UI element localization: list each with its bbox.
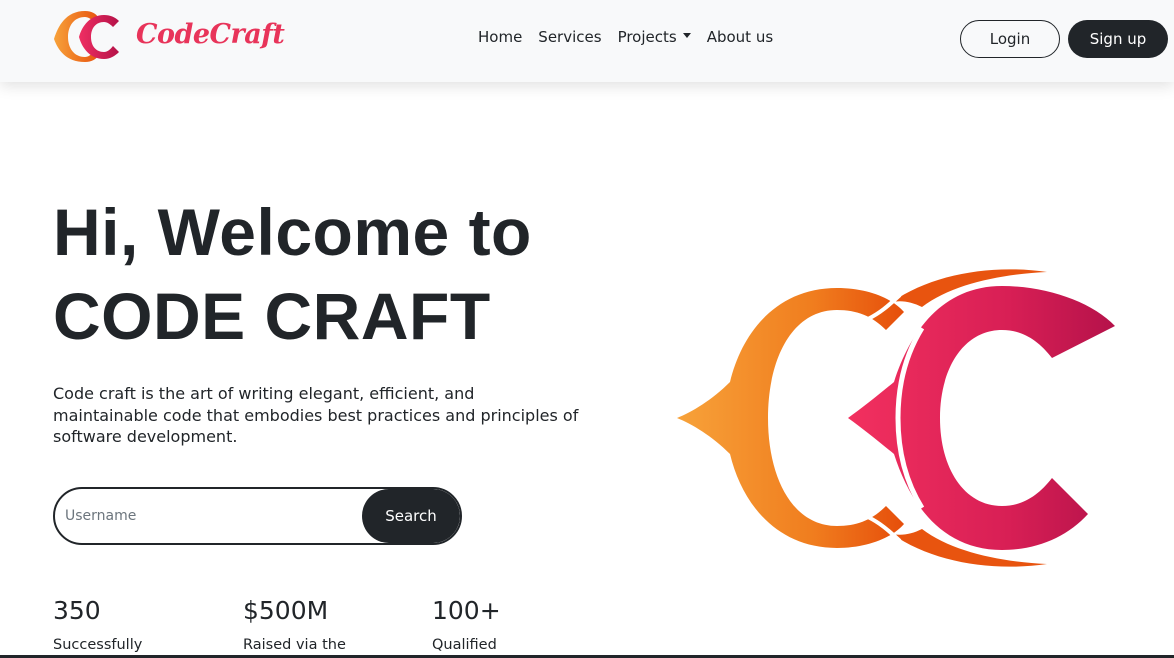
signup-button[interactable]: Sign up: [1068, 20, 1168, 58]
brand[interactable]: CodeCraft: [52, 6, 285, 66]
username-search-input[interactable]: [65, 489, 355, 543]
search-button[interactable]: Search: [362, 489, 460, 543]
nav-home[interactable]: Home: [478, 28, 522, 46]
stat-item: 100+ Qualified: [432, 595, 612, 653]
brand-name: CodeCraft: [136, 19, 285, 50]
stat-item: $500M Raised via the: [243, 595, 423, 653]
stat-item: 350 Successfully: [53, 595, 233, 653]
nav-projects-label: Projects: [617, 28, 677, 46]
search-bar: Search: [53, 487, 462, 545]
navbar: CodeCraft Home Services Projects About u…: [0, 0, 1174, 82]
nav-projects-dropdown[interactable]: Projects: [618, 28, 691, 46]
cc-logo-icon: [54, 11, 119, 62]
stat-label: Qualified: [432, 637, 497, 653]
hero-title: Hi, Welcome to CODE CRAFT: [53, 190, 532, 358]
cc-hero-logo-icon: [677, 269, 1115, 567]
main-nav: Home Services Projects About us: [478, 28, 773, 46]
hero-title-line1: Hi, Welcome to: [53, 195, 532, 269]
stat-label: Raised via the: [243, 637, 346, 653]
nav-about[interactable]: About us: [707, 28, 773, 46]
hero-description: Code craft is the art of writing elegant…: [53, 384, 579, 446]
caret-down-icon: [682, 33, 691, 38]
nav-services[interactable]: Services: [538, 28, 601, 46]
stat-value: $500M: [243, 596, 329, 625]
stat-value: 100+: [432, 596, 501, 625]
stat-value: 350: [53, 596, 101, 625]
hero-title-line2: CODE CRAFT: [53, 279, 491, 353]
stat-label: Successfully: [53, 637, 143, 653]
login-button[interactable]: Login: [960, 20, 1060, 58]
